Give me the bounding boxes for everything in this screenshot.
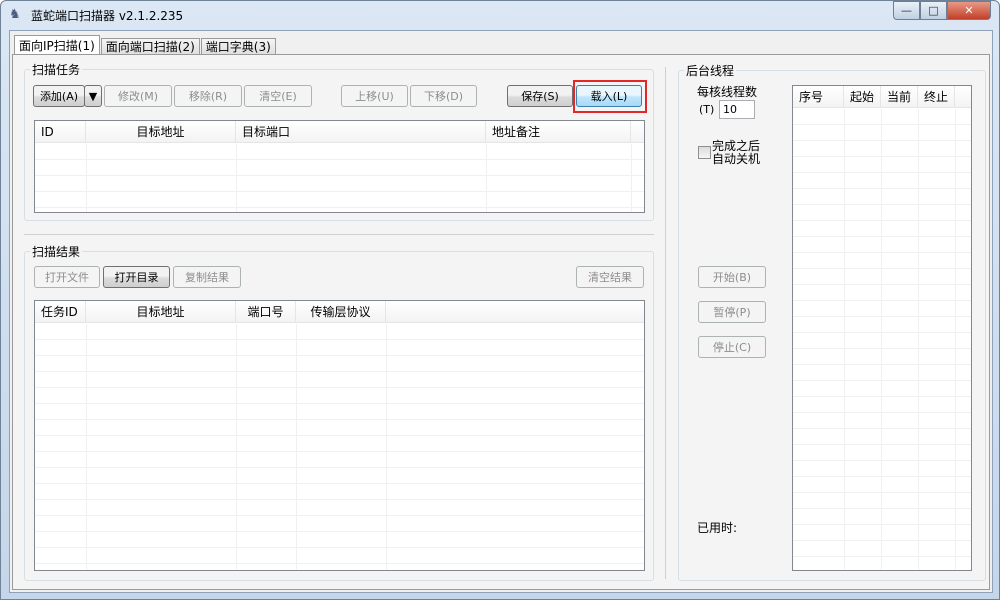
threads-per-core-input[interactable]: 10 [719,100,755,119]
threads-per-core-label: 每核线程数 [697,85,758,99]
save-button[interactable]: 保存(S) [507,85,573,107]
add-dropdown-button[interactable]: ▼ [84,85,102,107]
threads-title: 后台线程 [684,62,737,79]
thread-rows [793,109,971,570]
start-button[interactable]: 开始(B) [698,266,766,288]
result-table[interactable]: 任务ID 目标地址 端口号 传输层协议 [34,300,645,571]
copy-result-button[interactable]: 复制结果 [173,266,241,288]
clear-result-button[interactable]: 清空结果 [576,266,644,288]
tab-page: 扫描任务 添加(A) ▼ 修改(M) 移除(R) 清空(E) 上移(U) 下移(… [12,54,990,590]
open-file-button[interactable]: 打开文件 [34,266,100,288]
vertical-divider [665,67,666,579]
scan-result-title: 扫描结果 [30,243,83,260]
col-protocol[interactable]: 传输层协议 [296,301,386,322]
col-port[interactable]: 端口号 [236,301,296,322]
window-title: 蓝蛇端口扫描器 v2.1.2.235 [31,8,184,23]
threads-table[interactable]: 序号 起始 当前 终止 [792,85,972,571]
add-button[interactable]: 添加(A) [33,85,85,107]
threads-hotkey-label: (T) [699,103,715,116]
col-target-address[interactable]: 目标地址 [86,121,236,142]
result-rows [35,324,644,570]
clear-button[interactable]: 清空(E) [244,85,312,107]
title-bar: ♞ 蓝蛇端口扫描器 v2.1.2.235 [9,5,183,25]
move-down-button[interactable]: 下移(D) [410,85,477,107]
edit-button[interactable]: 修改(M) [104,85,172,107]
client-area: 面向IP扫描(1) 面向端口扫描(2) 端口字典(3) 扫描任务 添加(A) ▼… [9,30,993,593]
move-up-button[interactable]: 上移(U) [341,85,408,107]
divider [24,234,654,235]
task-rows [35,144,644,212]
col-id[interactable]: ID [35,121,86,142]
col-task-id[interactable]: 任务ID [35,301,86,322]
highlight-box [573,80,647,113]
col-current[interactable]: 当前 [881,86,918,107]
pause-button[interactable]: 暂停(P) [698,301,766,323]
col-address-note[interactable]: 地址备注 [486,121,631,142]
open-directory-button[interactable]: 打开目录 [103,266,170,288]
auto-shutdown-checkbox[interactable] [698,146,711,159]
app-window: ♞ 蓝蛇端口扫描器 v2.1.2.235 — □ ✕ 面向IP扫描(1) 面向端… [0,0,1000,600]
minimize-button[interactable]: — [893,1,920,20]
auto-shutdown-label[interactable]: 完成之后自动关机 [712,140,766,166]
col-end[interactable]: 终止 [918,86,955,107]
stop-button[interactable]: 停止(C) [698,336,766,358]
maximize-button[interactable]: □ [920,1,947,20]
col-start[interactable]: 起始 [844,86,881,107]
col-index[interactable]: 序号 [793,86,844,107]
app-icon: ♞ [9,7,21,22]
elapsed-time-label: 已用时: [697,521,738,535]
remove-button[interactable]: 移除(R) [174,85,242,107]
close-button[interactable]: ✕ [947,1,991,20]
scan-task-title: 扫描任务 [30,61,83,78]
col-target-port[interactable]: 目标端口 [236,121,486,142]
col-target-address[interactable]: 目标地址 [86,301,236,322]
tab-ip-scan[interactable]: 面向IP扫描(1) [14,35,100,56]
task-table[interactable]: ID 目标地址 目标端口 地址备注 [34,120,645,213]
